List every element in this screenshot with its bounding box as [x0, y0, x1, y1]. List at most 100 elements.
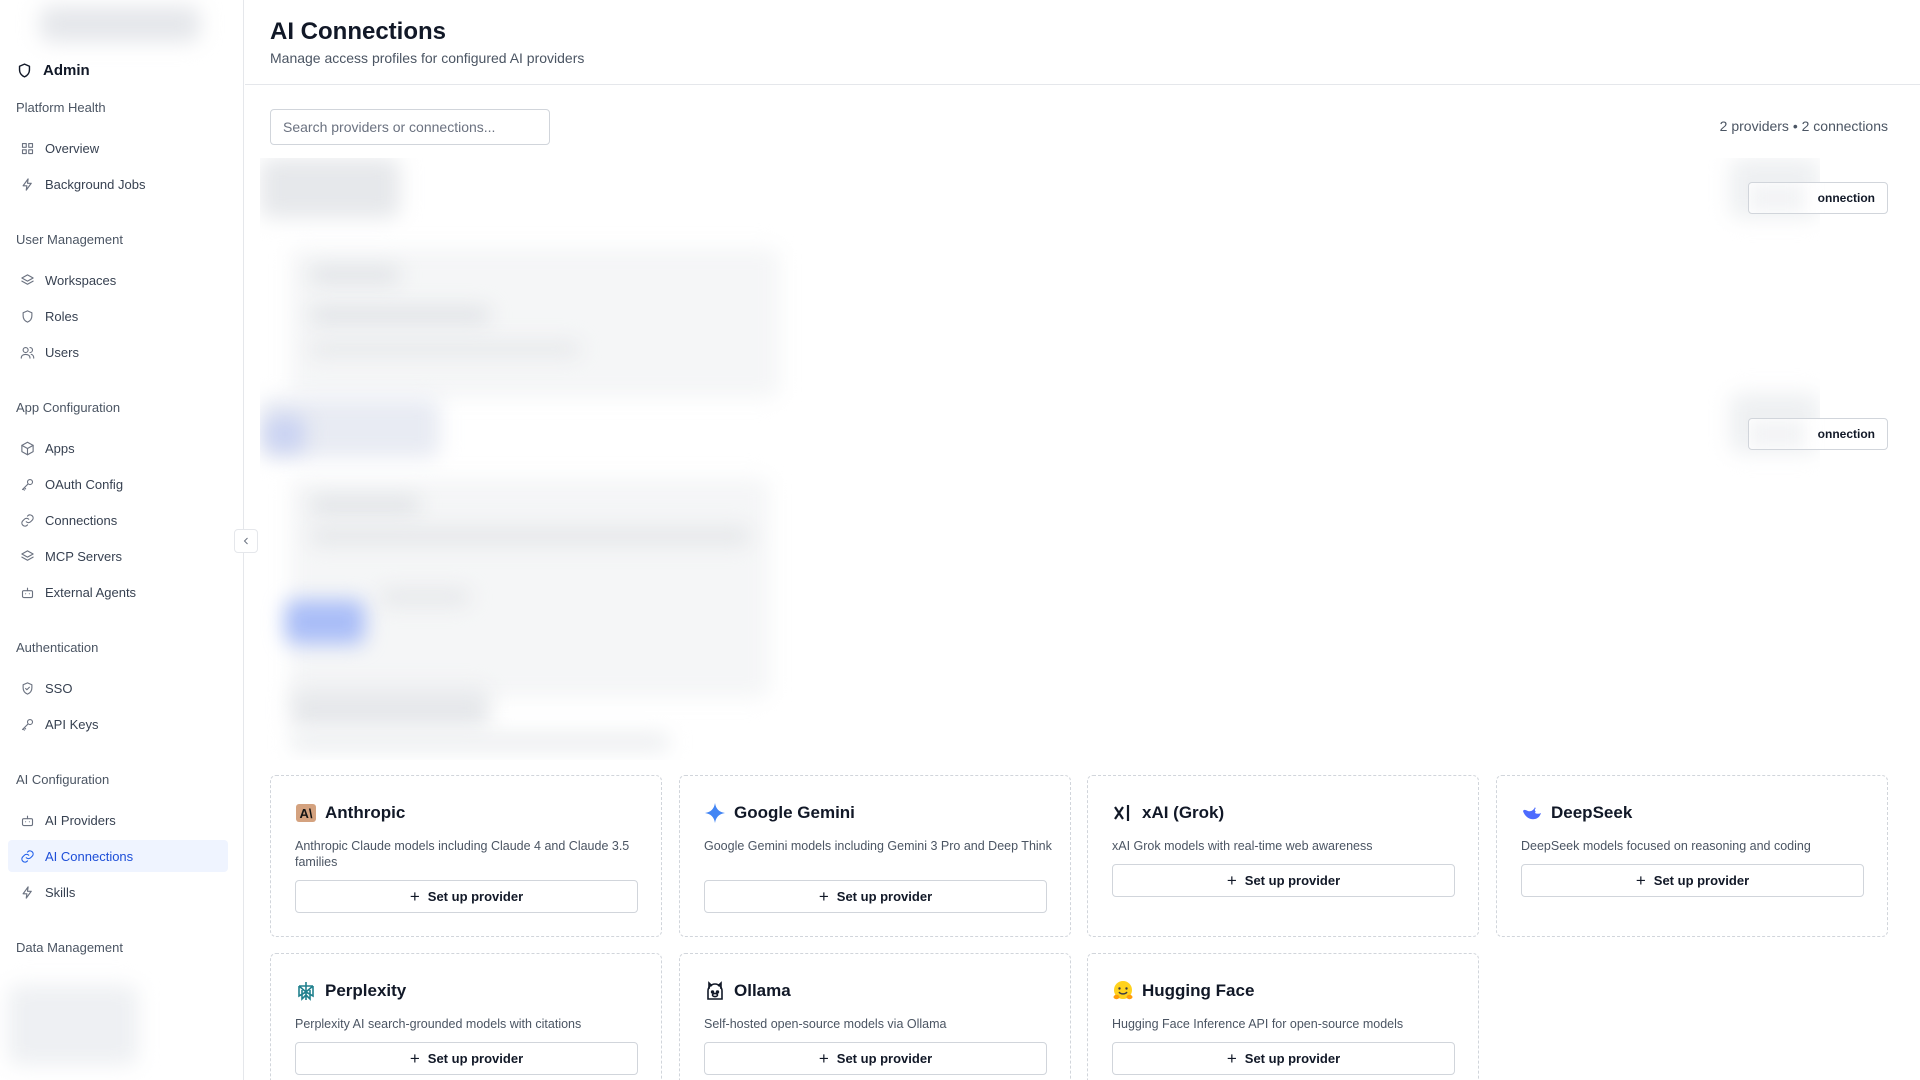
user-profile-blurred — [8, 985, 138, 1065]
button-label: Set up provider — [1244, 873, 1341, 888]
plus-icon: + — [409, 887, 420, 906]
sidebar-item-connections[interactable]: Connections — [8, 504, 228, 536]
section-ai-configuration: AI Configuration — [16, 772, 110, 787]
set-up-provider-button[interactable]: + Set up provider — [704, 880, 1047, 913]
provider-card-deepseek: DeepSeek DeepSeek models focused on reas… — [1496, 775, 1888, 937]
new-connection-label: onnection — [1817, 427, 1875, 441]
provider-description: Hugging Face Inference API for open-sour… — [1112, 1017, 1404, 1031]
shield-icon — [22, 309, 33, 323]
sidebar-item-label: SSO — [45, 680, 73, 696]
provider-connection-counts: 2 providers • 2 connections — [1719, 118, 1888, 134]
chevron-left-icon — [243, 537, 248, 545]
sidebar-item-sso[interactable]: SSO — [8, 672, 228, 704]
provider-description: Anthropic Claude models including Claude… — [295, 839, 630, 869]
provider-name: Anthropic — [325, 803, 406, 822]
sidebar-item-workspaces[interactable]: Workspaces — [8, 264, 228, 296]
section-data-management: Data Management — [16, 940, 123, 955]
sidebar-item-label: External Agents — [45, 584, 137, 600]
sidebar-item-oauth-config[interactable]: OAuth Config — [8, 468, 228, 500]
set-up-provider-button[interactable]: + Set up provider — [1521, 864, 1864, 897]
provider-name: Hugging Face — [1142, 981, 1255, 1000]
provider-name: DeepSeek — [1551, 803, 1633, 822]
page-title: AI Connections — [270, 18, 447, 45]
plus-icon: + — [1226, 1049, 1237, 1068]
sidebar-item-roles[interactable]: Roles — [8, 300, 228, 332]
provider-card-ollama: Ollama Self-hosted open-source models vi… — [679, 953, 1071, 1080]
sidebar-item-label: Users — [45, 344, 79, 360]
workspace-logo-blurred — [40, 6, 200, 42]
plus-icon: + — [1635, 871, 1646, 890]
set-up-provider-button[interactable]: + Set up provider — [295, 1042, 638, 1075]
sidebar-item-label: Skills — [45, 884, 76, 900]
search-input[interactable] — [270, 109, 550, 145]
provider-name: Perplexity — [325, 981, 407, 1000]
sidebar-item-label: Workspaces — [45, 272, 117, 288]
provider-description: Self-hosted open-source models via Ollam… — [704, 1017, 947, 1031]
hugging-face-icon — [1112, 980, 1134, 1002]
layers-icon — [21, 549, 34, 561]
sidebar: Admin Platform Health Overview Backgroun… — [0, 0, 244, 1080]
button-label: Set up provider — [836, 1051, 933, 1066]
provider-card-anthropic: A\ Anthropic Anthropic Claude models inc… — [270, 775, 662, 937]
anthropic-icon: A\ — [295, 802, 317, 824]
sidebar-item-label: OAuth Config — [45, 476, 124, 492]
provider-name: Ollama — [734, 981, 791, 1000]
sidebar-item-ai-connections[interactable]: AI Connections — [8, 840, 228, 872]
provider-description: Google Gemini models including Gemini 3 … — [704, 839, 1052, 853]
button-label: Set up provider — [1653, 873, 1750, 888]
new-connection-label: onnection — [1817, 191, 1875, 205]
sidebar-item-label: Connections — [45, 512, 118, 528]
sidebar-item-external-agents[interactable]: External Agents — [8, 576, 228, 608]
provider-description: Perplexity AI search-grounded models wit… — [295, 1017, 582, 1031]
admin-header: Admin — [16, 62, 90, 79]
set-up-provider-button[interactable]: + Set up provider — [704, 1042, 1047, 1075]
provider-name: Google Gemini — [734, 803, 855, 822]
lightning-icon — [22, 177, 32, 191]
grid-icon — [21, 142, 34, 154]
provider-card-hugging-face: Hugging Face Hugging Face Inference API … — [1087, 953, 1479, 1080]
sidebar-item-label: AI Connections — [45, 848, 134, 864]
sidebar-item-label: Apps — [45, 440, 75, 456]
sidebar-item-background-jobs[interactable]: Background Jobs — [8, 168, 228, 200]
layers-icon — [21, 273, 34, 285]
button-label: Set up provider — [1244, 1051, 1341, 1066]
sidebar-item-apps[interactable]: Apps — [8, 432, 228, 464]
section-platform-health: Platform Health — [16, 100, 106, 115]
section-user-management: User Management — [16, 232, 123, 247]
lightning-icon — [22, 885, 32, 899]
section-app-configuration: App Configuration — [16, 400, 121, 415]
perplexity-icon — [295, 980, 317, 1002]
set-up-provider-button[interactable]: + Set up provider — [295, 880, 638, 913]
bot-icon — [21, 587, 34, 598]
deepseek-icon — [1521, 802, 1543, 824]
shield-icon — [18, 63, 31, 78]
key-icon — [21, 478, 34, 491]
plus-icon: + — [818, 887, 829, 906]
link-icon — [21, 849, 34, 863]
set-up-provider-button[interactable]: + Set up provider — [1112, 1042, 1455, 1075]
button-label: Set up provider — [427, 889, 524, 904]
sidebar-item-skills[interactable]: Skills — [8, 876, 228, 908]
svg-text:A\: A\ — [300, 806, 313, 821]
sidebar-item-users[interactable]: Users — [8, 336, 228, 368]
new-connection-button[interactable]: onnection — [1748, 418, 1888, 450]
provider-card-google-gemini: Google Gemini Google Gemini models inclu… — [679, 775, 1071, 937]
package-icon — [21, 441, 34, 455]
users-icon — [20, 346, 35, 359]
page-subtitle: Manage access profiles for configured AI… — [270, 50, 585, 66]
new-connection-button[interactable]: onnection — [1748, 182, 1888, 214]
admin-label: Admin — [43, 62, 90, 79]
sidebar-item-api-keys[interactable]: API Keys — [8, 708, 228, 740]
sidebar-item-ai-providers[interactable]: AI Providers — [8, 804, 228, 836]
collapse-sidebar-button[interactable] — [234, 529, 258, 553]
button-label: Set up provider — [427, 1051, 524, 1066]
sidebar-item-overview[interactable]: Overview — [8, 132, 228, 164]
set-up-provider-button[interactable]: + Set up provider — [1112, 864, 1455, 897]
page-header: AI Connections Manage access profiles fo… — [245, 0, 1920, 85]
xai-icon — [1112, 802, 1134, 824]
button-label: Set up provider — [836, 889, 933, 904]
ollama-icon — [704, 980, 726, 1002]
sidebar-item-label: Roles — [45, 308, 79, 324]
sidebar-item-mcp-servers[interactable]: MCP Servers — [8, 540, 228, 572]
gemini-icon — [704, 802, 726, 824]
